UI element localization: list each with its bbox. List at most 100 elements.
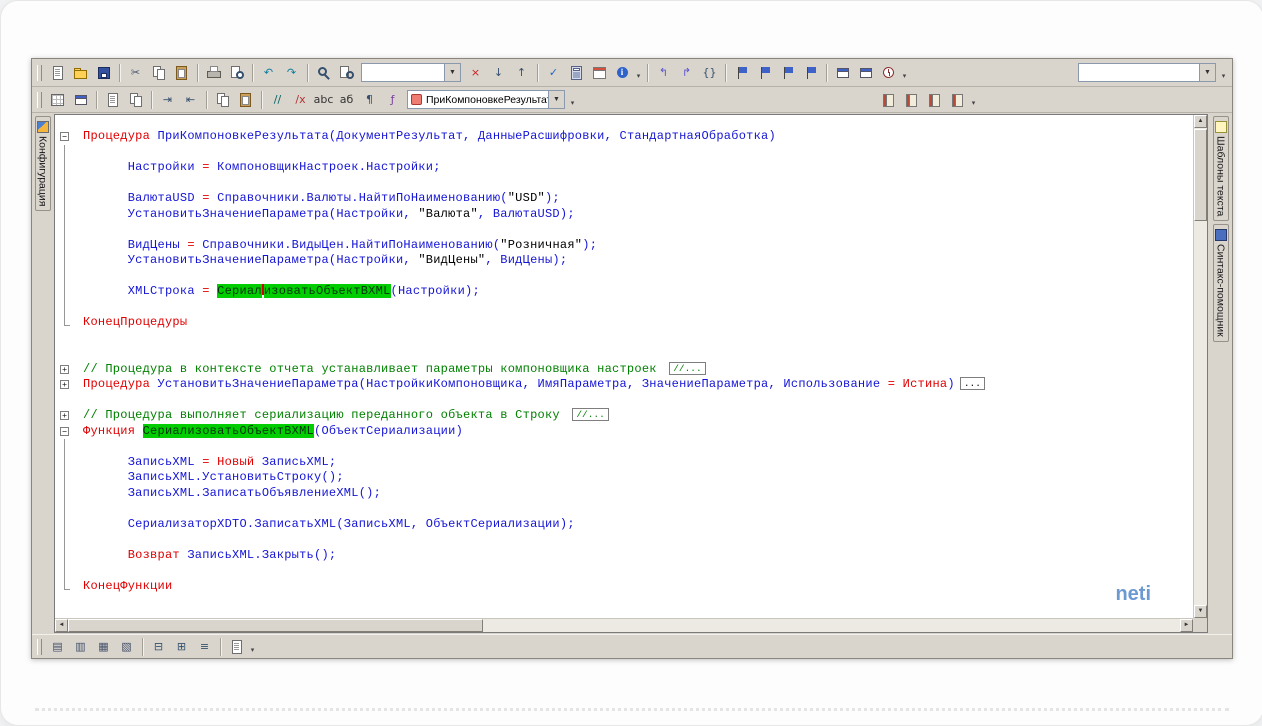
save-document-button[interactable] [93,62,114,83]
code-line[interactable]: КонецПроцедуры [55,315,1193,331]
copy-button[interactable] [148,62,169,83]
h-scrollbar[interactable]: ◄ ► [55,618,1193,632]
increase-indent-button[interactable]: ⇥ [157,89,178,110]
code-line[interactable] [55,532,1193,548]
code-line[interactable]: Возврат ЗаписьXML.Закрыть(); [55,548,1193,564]
code-line[interactable] [55,393,1193,409]
expand-all-groups-button[interactable]: ⊞ [171,636,192,657]
code-line[interactable]: ЗаписьXML = Новый ЗаписьXML; [55,455,1193,471]
remove-comment-button[interactable]: /x [290,89,311,110]
code-line[interactable] [55,300,1193,316]
goto-procedure-button[interactable]: ƒ [382,89,403,110]
quick-search-dropdown-button[interactable]: ▼ [444,64,460,81]
scroll-left-button[interactable]: ◄ [55,619,68,632]
code-line[interactable]: XMLСтрока = СериализоватьОбъектВXML(Наст… [55,284,1193,300]
procedures-and-functions-button[interactable]: {} [699,62,720,83]
toolbar-overflow-chevron[interactable]: ▾ [1219,72,1228,83]
code-area[interactable]: −Процедура ПриКомпоновкеРезультата(Докум… [55,115,1193,618]
toolbar-overflow-chevron[interactable]: ▾ [568,99,577,110]
find-button[interactable] [313,62,334,83]
open-module-button[interactable] [102,89,123,110]
redo-button[interactable]: ↷ [281,62,302,83]
move-block-button[interactable] [235,89,256,110]
add-comment-button[interactable]: // [267,89,288,110]
procedure-selector[interactable]: ПриКомпоновкеРезультата▼ [407,90,565,109]
scheduled-jobs-button[interactable] [878,62,899,83]
format-block-button[interactable]: ¶ [359,89,380,110]
open-object-module-button[interactable] [125,89,146,110]
v-scroll-thumb[interactable] [1194,129,1207,221]
find-previous-button[interactable]: ↑ [511,62,532,83]
syntax-helper-panel-button[interactable] [901,89,922,110]
collapse-all-groups-button[interactable]: ⊟ [148,636,169,657]
procedures-list-button[interactable]: ▤ [47,636,68,657]
output-panel-button[interactable] [947,89,968,110]
code-line[interactable]: СериализаторXDTO.ЗаписатьXML(ЗаписьXML, … [55,517,1193,533]
code-line[interactable]: УстановитьЗначениеПараметра(Настройки, "… [55,207,1193,223]
collapse-current-group-button[interactable]: ≡ [194,636,215,657]
h-scroll-thumb[interactable] [68,619,483,632]
code-line[interactable]: −Функция СериализоватьОбъектВXML(ОбъектС… [55,424,1193,440]
find-next-button[interactable]: ↓ [488,62,509,83]
code-line[interactable] [55,331,1193,347]
v-scrollbar[interactable]: ▲ ▼ [1193,115,1207,618]
toolbar-grip[interactable] [37,639,42,655]
tile-windows-button[interactable] [855,62,876,83]
syntax-check-button[interactable]: ✓ [543,62,564,83]
errors-list-button[interactable]: ▧ [116,636,137,657]
code-line[interactable] [55,222,1193,238]
tab-text-templates[interactable]: Шаблоны текста [1213,116,1229,221]
copy-block-button[interactable] [212,89,233,110]
code-line[interactable] [55,176,1193,192]
windows-combo-dropdown-button[interactable]: ▼ [1199,64,1215,81]
undo-button[interactable]: ↶ [258,62,279,83]
print-preview-button[interactable] [226,62,247,83]
properties-palette-button[interactable] [47,89,68,110]
code-line[interactable]: ЗаписьXML.УстановитьСтроку(); [55,470,1193,486]
toolbar-grip[interactable] [37,92,42,108]
change-case-button[interactable]: аб [336,89,357,110]
code-line[interactable] [55,563,1193,579]
goto-next-procedure-button[interactable]: ↱ [676,62,697,83]
code-line[interactable]: −Процедура ПриКомпоновкеРезультата(Докум… [55,129,1193,145]
calendar-button[interactable] [589,62,610,83]
scroll-right-button[interactable]: ► [1180,619,1193,632]
paste-button[interactable] [171,62,192,83]
calculator-button[interactable] [566,62,587,83]
toolbar-grip[interactable] [37,65,42,81]
toolbar-overflow-chevron[interactable]: ▾ [969,99,978,110]
procedure-selector-dropdown-button[interactable]: ▼ [548,91,564,108]
windows-combo-input[interactable] [1079,65,1199,80]
fold-expand-toggle[interactable]: + [60,380,69,389]
tab-syntax-helper[interactable]: Синтакс-помощник [1213,224,1229,342]
code-line[interactable]: ВалютаUSD = Справочники.Валюты.НайтиПоНа… [55,191,1193,207]
new-document-button[interactable] [47,62,68,83]
fold-collapse-toggle[interactable]: − [60,132,69,141]
cut-button[interactable]: ✂ [125,62,146,83]
code-line[interactable]: Настройки = КомпоновщикНастроек.Настройк… [55,160,1193,176]
bookmarks-panel-button[interactable] [924,89,945,110]
windows-combo[interactable]: ▼ [1078,63,1216,82]
find-and-replace-button[interactable] [336,62,357,83]
code-line[interactable] [55,501,1193,517]
code-line[interactable]: КонецФункции [55,579,1193,595]
quick-search-input[interactable] [362,65,444,80]
toolbar-overflow-chevron[interactable]: ▾ [900,72,909,83]
scroll-up-button[interactable]: ▲ [1194,115,1207,128]
clear-search-button[interactable]: × [465,62,486,83]
open-form-button[interactable] [70,89,91,110]
print-button[interactable] [203,62,224,83]
code-line[interactable] [55,439,1193,455]
quick-search[interactable]: ▼ [361,63,461,82]
toolbar-overflow-chevron[interactable]: ▾ [634,72,643,83]
toggle-bookmark-button[interactable] [731,62,752,83]
code-line[interactable]: +// Процедура выполняет сериализацию пер… [55,408,1193,424]
check-spelling-button[interactable]: abc [313,89,334,110]
clear-bookmarks-button[interactable] [800,62,821,83]
code-line[interactable]: +// Процедура в контексте отчета устанав… [55,362,1193,378]
previous-bookmark-button[interactable] [777,62,798,83]
about-button[interactable] [612,62,633,83]
code-line[interactable]: ВидЦены = Справочники.ВидыЦен.НайтиПоНаи… [55,238,1193,254]
code-line[interactable]: +Процедура УстановитьЗначениеПараметра(Н… [55,377,1193,393]
goto-previous-procedure-button[interactable]: ↰ [653,62,674,83]
